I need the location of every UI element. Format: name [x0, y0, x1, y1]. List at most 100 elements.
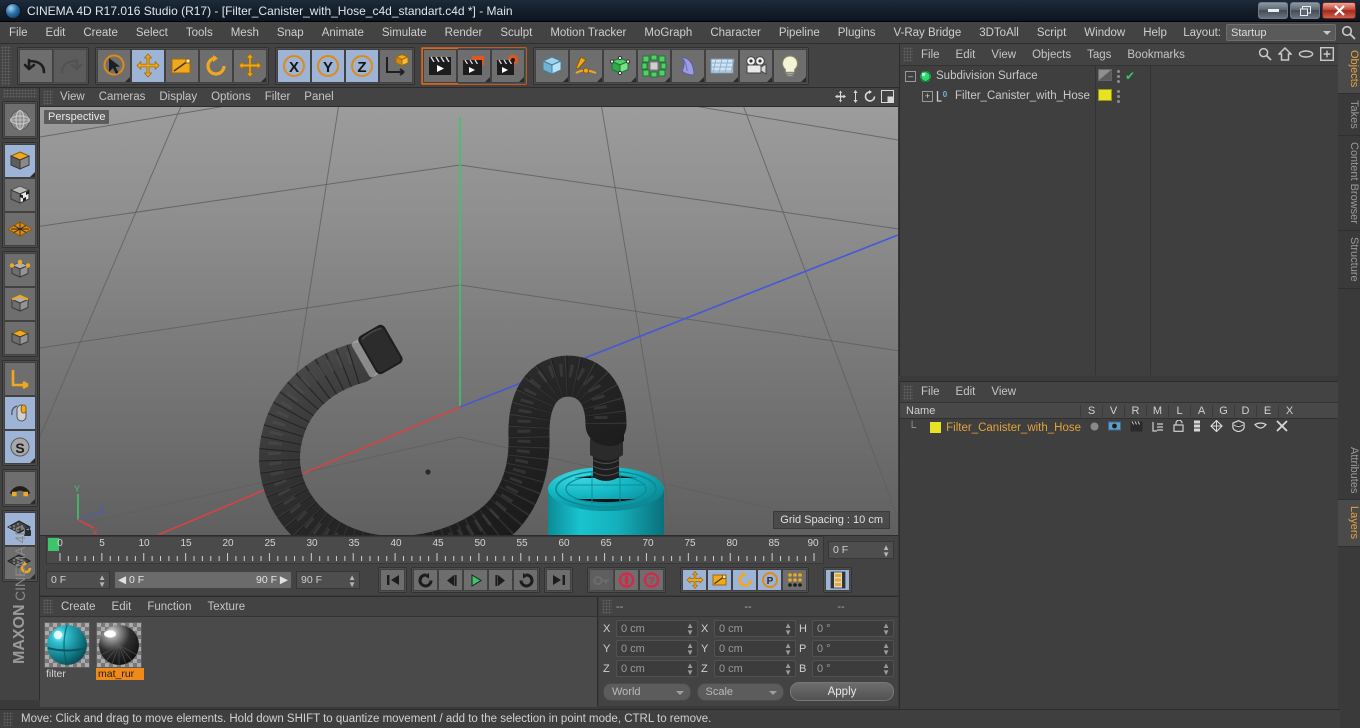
manager-icon[interactable]	[1152, 421, 1164, 435]
spinner-icon[interactable]: ▲ ▼	[686, 642, 694, 657]
spinner-icon[interactable]: ▲ ▼	[348, 574, 356, 589]
spinner-icon[interactable]: ▲ ▼	[784, 662, 792, 677]
rotate-camera-icon[interactable]	[864, 90, 877, 106]
layer-name[interactable]: Filter_Canister_with_Hose	[946, 422, 1086, 434]
position-z-field[interactable]: 0 cm ▲ ▼	[616, 660, 698, 677]
viewport-menu-panel[interactable]: Panel	[297, 88, 340, 107]
position-key-button[interactable]	[682, 569, 707, 591]
animation-icon[interactable]	[1193, 420, 1201, 435]
spinner-icon[interactable]: ▲ ▼	[98, 574, 106, 589]
make-editable-button[interactable]	[3, 103, 36, 137]
tab-structure[interactable]: Structure	[1338, 231, 1360, 289]
spinner-icon[interactable]: ▲ ▼	[882, 622, 890, 637]
preview-range-slider[interactable]: ◀ 0 F 90 F ▶	[114, 571, 292, 589]
lock-z-axis[interactable]: Z	[345, 48, 379, 83]
viewport-menu-options[interactable]: Options	[204, 88, 258, 107]
viewport-canvas[interactable]: Perspective Grid Spacing : 10 cm Y Z X	[40, 107, 898, 535]
object-manager-empty-area[interactable]	[1151, 66, 1338, 375]
menu-help[interactable]: Help	[1134, 22, 1176, 44]
rotation-b-field[interactable]: 0 ° ▲ ▼	[812, 660, 894, 677]
max-frame-field[interactable]: 90 F ▲ ▼	[296, 571, 360, 589]
search-icon[interactable]	[1258, 47, 1272, 64]
spinner-icon[interactable]: ▲ ▼	[686, 662, 694, 677]
menu-motion-tracker[interactable]: Motion Tracker	[541, 22, 635, 44]
tab-objects[interactable]: Objects	[1338, 44, 1360, 95]
lock-icon[interactable]	[1173, 419, 1184, 435]
add-environment-button[interactable]	[705, 48, 739, 83]
position-y-field[interactable]: 0 cm ▲ ▼	[616, 640, 698, 657]
dolly-camera-icon[interactable]	[851, 90, 860, 106]
menu-edit[interactable]: Edit	[37, 22, 75, 44]
rotation-p-field[interactable]: 0 ° ▲ ▼	[812, 640, 894, 657]
object-tags-row[interactable]	[1096, 86, 1150, 106]
viewport-menu-cameras[interactable]: Cameras	[92, 88, 153, 107]
previous-key-button[interactable]	[413, 569, 438, 591]
deformers-icon[interactable]	[1232, 420, 1245, 435]
viewport-menu-filter[interactable]: Filter	[258, 88, 298, 107]
edit-render-settings-button[interactable]	[491, 48, 525, 83]
material-menu-create[interactable]: Create	[53, 597, 104, 617]
menu-tools[interactable]: Tools	[177, 22, 222, 44]
keyframe-selection-button[interactable]: ?	[639, 569, 664, 591]
frame-field-left[interactable]: 0 F ▲ ▼	[46, 571, 110, 589]
expand-collapse-icon[interactable]: +	[922, 90, 933, 102]
expand-collapse-icon[interactable]: –	[905, 70, 916, 82]
size-x-field[interactable]: 0 cm ▲ ▼	[714, 620, 796, 637]
spinner-icon[interactable]: ▲ ▼	[882, 544, 890, 559]
maximize-viewport-icon[interactable]	[881, 90, 894, 106]
coordinates-grip[interactable]	[602, 599, 612, 614]
object-manager-grip[interactable]	[903, 47, 913, 62]
expressions-icon[interactable]	[1254, 421, 1268, 434]
go-to-end-button[interactable]	[546, 569, 571, 591]
timeline-toggle-button[interactable]	[825, 569, 850, 591]
current-frame-field[interactable]: 0 F ▲ ▼	[828, 541, 894, 559]
model-mode-button[interactable]	[3, 144, 36, 178]
layers-menu-edit[interactable]: Edit	[948, 382, 984, 403]
restore-button[interactable]	[1290, 2, 1320, 19]
material-tag[interactable]	[1098, 88, 1112, 104]
display-tag[interactable]	[1098, 68, 1112, 84]
xpresso-icon[interactable]	[1276, 420, 1288, 435]
parameter-key-button[interactable]: P	[757, 569, 782, 591]
menu-animate[interactable]: Animate	[313, 22, 373, 44]
play-button[interactable]	[463, 569, 488, 591]
menu-simulate[interactable]: Simulate	[373, 22, 436, 44]
render-view-button[interactable]	[422, 47, 458, 84]
redo-button[interactable]	[53, 48, 87, 83]
layers-grip[interactable]	[903, 384, 913, 400]
tab-content-browser[interactable]: Content Browser	[1338, 136, 1360, 231]
object-name[interactable]: Subdivision Surface	[936, 70, 1038, 82]
om-menu-objects[interactable]: Objects	[1024, 44, 1079, 66]
menu-script[interactable]: Script	[1028, 22, 1075, 44]
spinner-icon[interactable]: ▲ ▼	[784, 622, 792, 637]
menu-plugins[interactable]: Plugins	[829, 22, 885, 44]
spinner-icon[interactable]: ▲ ▼	[686, 622, 694, 637]
position-x-field[interactable]: 0 cm ▲ ▼	[616, 620, 698, 637]
tab-takes[interactable]: Takes	[1338, 94, 1360, 137]
add-spline-button[interactable]	[569, 48, 603, 83]
step-back-button[interactable]	[438, 569, 463, 591]
workplane-mode-button[interactable]	[3, 212, 36, 246]
add-deformer-button[interactable]	[671, 48, 705, 83]
apply-button[interactable]: Apply	[790, 682, 894, 701]
add-camera-button[interactable]	[739, 48, 773, 83]
enable-axis-button[interactable]	[3, 362, 36, 396]
move-dynamic-tool[interactable]	[233, 48, 267, 83]
material-preview[interactable]	[44, 622, 90, 668]
polygons-mode-button[interactable]	[3, 321, 36, 355]
world-object-axis[interactable]	[379, 48, 413, 83]
object-tree[interactable]: – Subdivision Surface + 0 Filter_Caniste…	[900, 66, 1096, 375]
object-name[interactable]: Filter_Canister_with_Hose	[955, 90, 1090, 102]
material-preview[interactable]	[96, 622, 142, 668]
left-toolbar-grip[interactable]	[2, 89, 37, 98]
layout-select[interactable]: Startup	[1226, 24, 1336, 41]
timeline-ruler[interactable]: 0 5 10 15 20 25 30 35 40 45 50 55 60 65 …	[46, 536, 824, 564]
ellipse-icon[interactable]	[1298, 47, 1314, 64]
om-menu-view[interactable]: View	[983, 44, 1024, 66]
minimize-button[interactable]	[1258, 2, 1288, 19]
scale-tool[interactable]	[165, 48, 199, 83]
size-z-field[interactable]: 0 cm ▲ ▼	[714, 660, 796, 677]
spinner-icon[interactable]: ▲ ▼	[784, 642, 792, 657]
material-name[interactable]: mat_rur	[96, 668, 144, 680]
toolbar-grip[interactable]	[1, 45, 11, 86]
